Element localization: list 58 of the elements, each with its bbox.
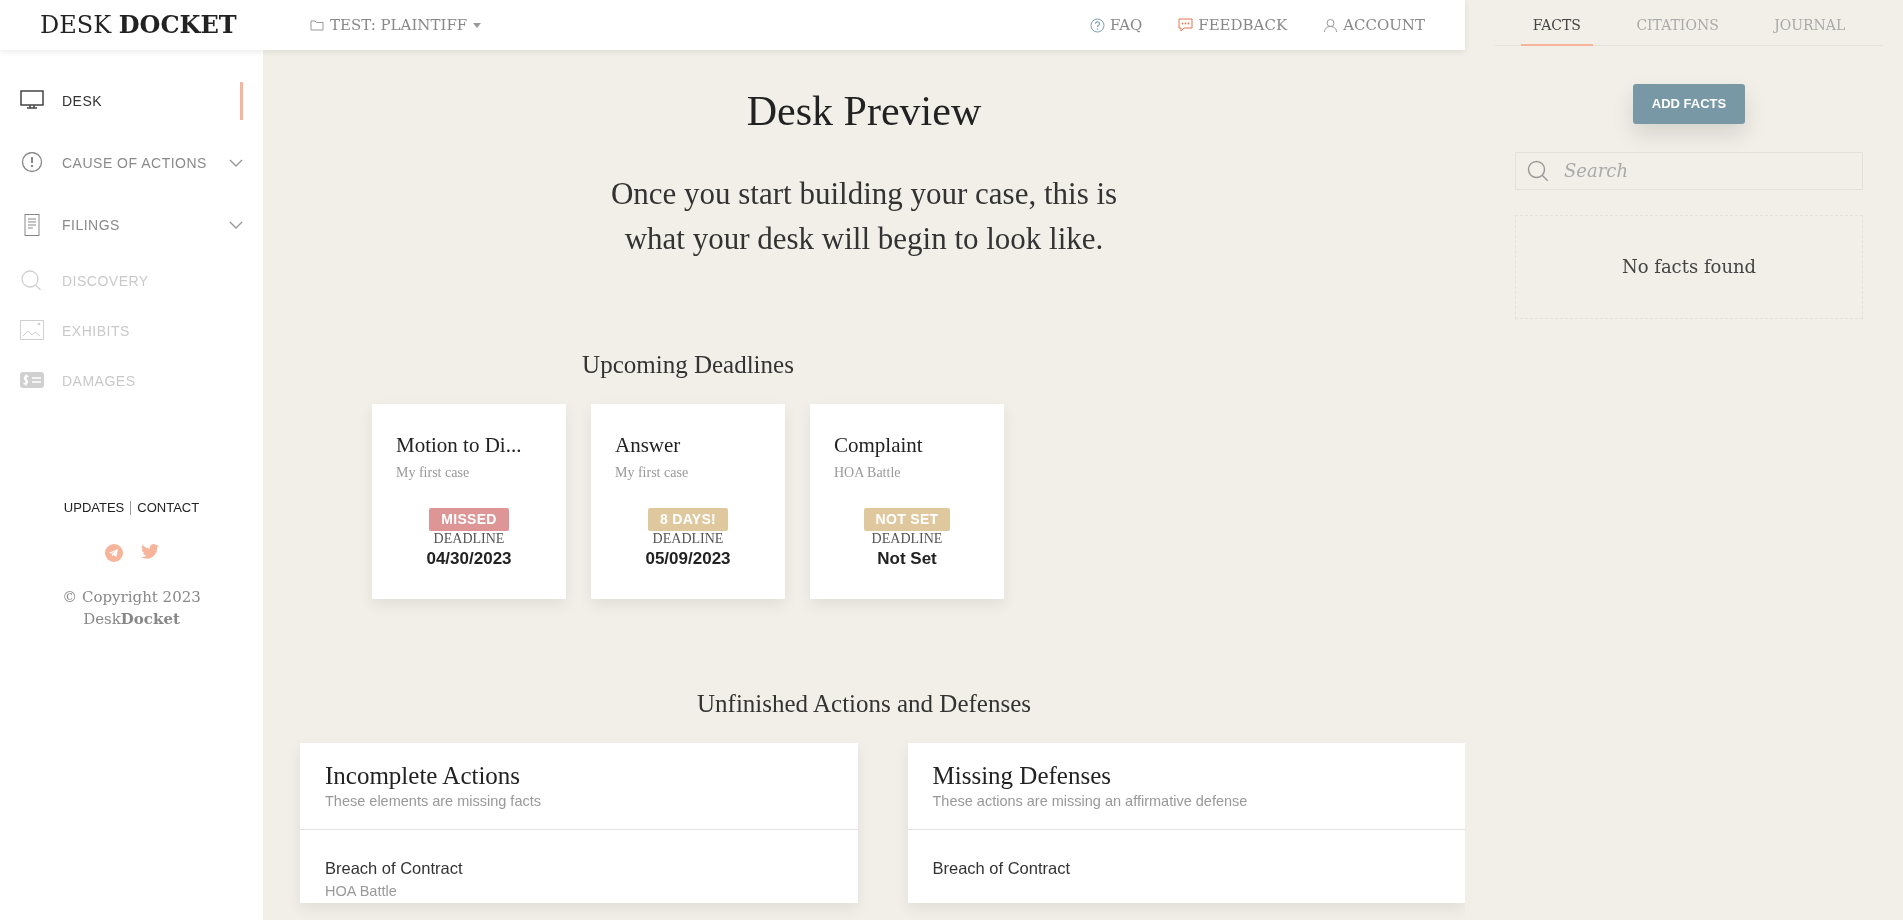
twitter-icon[interactable]: [140, 543, 159, 559]
panel-title: Incomplete Actions: [325, 761, 522, 792]
deadline-date: 04/30/2023: [425, 548, 513, 571]
deadline-label: DEADLINE: [432, 530, 506, 547]
folder-icon: [310, 19, 324, 31]
header-link[interactable]: FAQ: [1090, 13, 1143, 37]
panel-subtitle: These elements are missing facts: [325, 792, 542, 812]
deadline-date: Not Set: [876, 548, 938, 571]
header-link[interactable]: ACCOUNT: [1323, 13, 1425, 37]
chevron-down-icon: [229, 221, 243, 229]
intro-text: Once you start building your case, this is what your desk will begin to look like.: [609, 175, 1119, 259]
search-icon: [20, 270, 44, 292]
section-title: Upcoming Deadlines: [582, 350, 794, 381]
status-badge: NOT SET: [863, 507, 951, 531]
brand-name: DeskDocket: [82, 609, 181, 630]
status-badge: 8 DAYS!: [647, 507, 729, 531]
case-name: My first case: [396, 463, 471, 482]
deadline-label: DEADLINE: [870, 530, 944, 547]
panel-title: Missing Defenses: [932, 761, 1112, 792]
caret-icon: [473, 22, 482, 28]
image-icon: [20, 320, 44, 342]
search-icon: [1527, 159, 1549, 182]
logo: DESK DOCKET: [40, 9, 238, 41]
sidebar-item[interactable]: FILINGS: [0, 194, 263, 256]
case-name: HOA Battle: [834, 463, 902, 482]
header-link[interactable]: FEEDBACK: [1178, 13, 1288, 37]
deadline-title: Answer: [615, 432, 682, 460]
deadline-title: Complaint: [834, 432, 924, 460]
sidebar-item[interactable]: DESK: [0, 70, 263, 132]
case-selector[interactable]: TEST: PLAINTIFF: [310, 13, 482, 37]
section-title: Unfinished Actions and Defenses: [697, 689, 1031, 720]
telegram-icon[interactable]: [104, 543, 123, 562]
monitor-icon: [20, 90, 44, 112]
case-name: HOA Battle: [325, 881, 398, 901]
action-name: Breach of Contract: [325, 858, 464, 879]
user-icon: [1323, 17, 1339, 33]
action-name: Breach of Contract: [932, 858, 1072, 879]
panel-subtitle: These actions are missing an affirmative defense: [932, 792, 1249, 812]
footer-link[interactable]: UPDATES: [63, 498, 125, 518]
copyright-text: © Copyright 2023: [61, 586, 202, 608]
help-icon: [1090, 17, 1106, 33]
page-title: Desk Preview: [746, 87, 982, 136]
deadline-label: DEADLINE: [651, 530, 725, 547]
chevron-down-icon: [229, 159, 243, 167]
panel-tab[interactable]: JOURNAL: [1762, 10, 1858, 46]
deadline-title: Motion to Di...: [396, 432, 523, 460]
panel-tab[interactable]: FACTS: [1520, 10, 1593, 46]
add-facts-button[interactable]: ADD FACTS: [1632, 84, 1746, 124]
search-field[interactable]: Search: [1515, 151, 1863, 190]
footer-link[interactable]: CONTACT: [137, 498, 200, 518]
case-name: My first case: [615, 463, 690, 482]
chat-icon: [1178, 17, 1194, 33]
panel-tab[interactable]: CITATIONS: [1624, 10, 1731, 46]
sidebar-item[interactable]: CAUSE OF ACTIONS: [0, 132, 263, 194]
alert-icon: [20, 152, 44, 174]
status-badge: MISSED: [429, 507, 509, 531]
empty-message: No facts found: [1621, 255, 1757, 279]
deadline-date: 05/09/2023: [644, 548, 732, 571]
